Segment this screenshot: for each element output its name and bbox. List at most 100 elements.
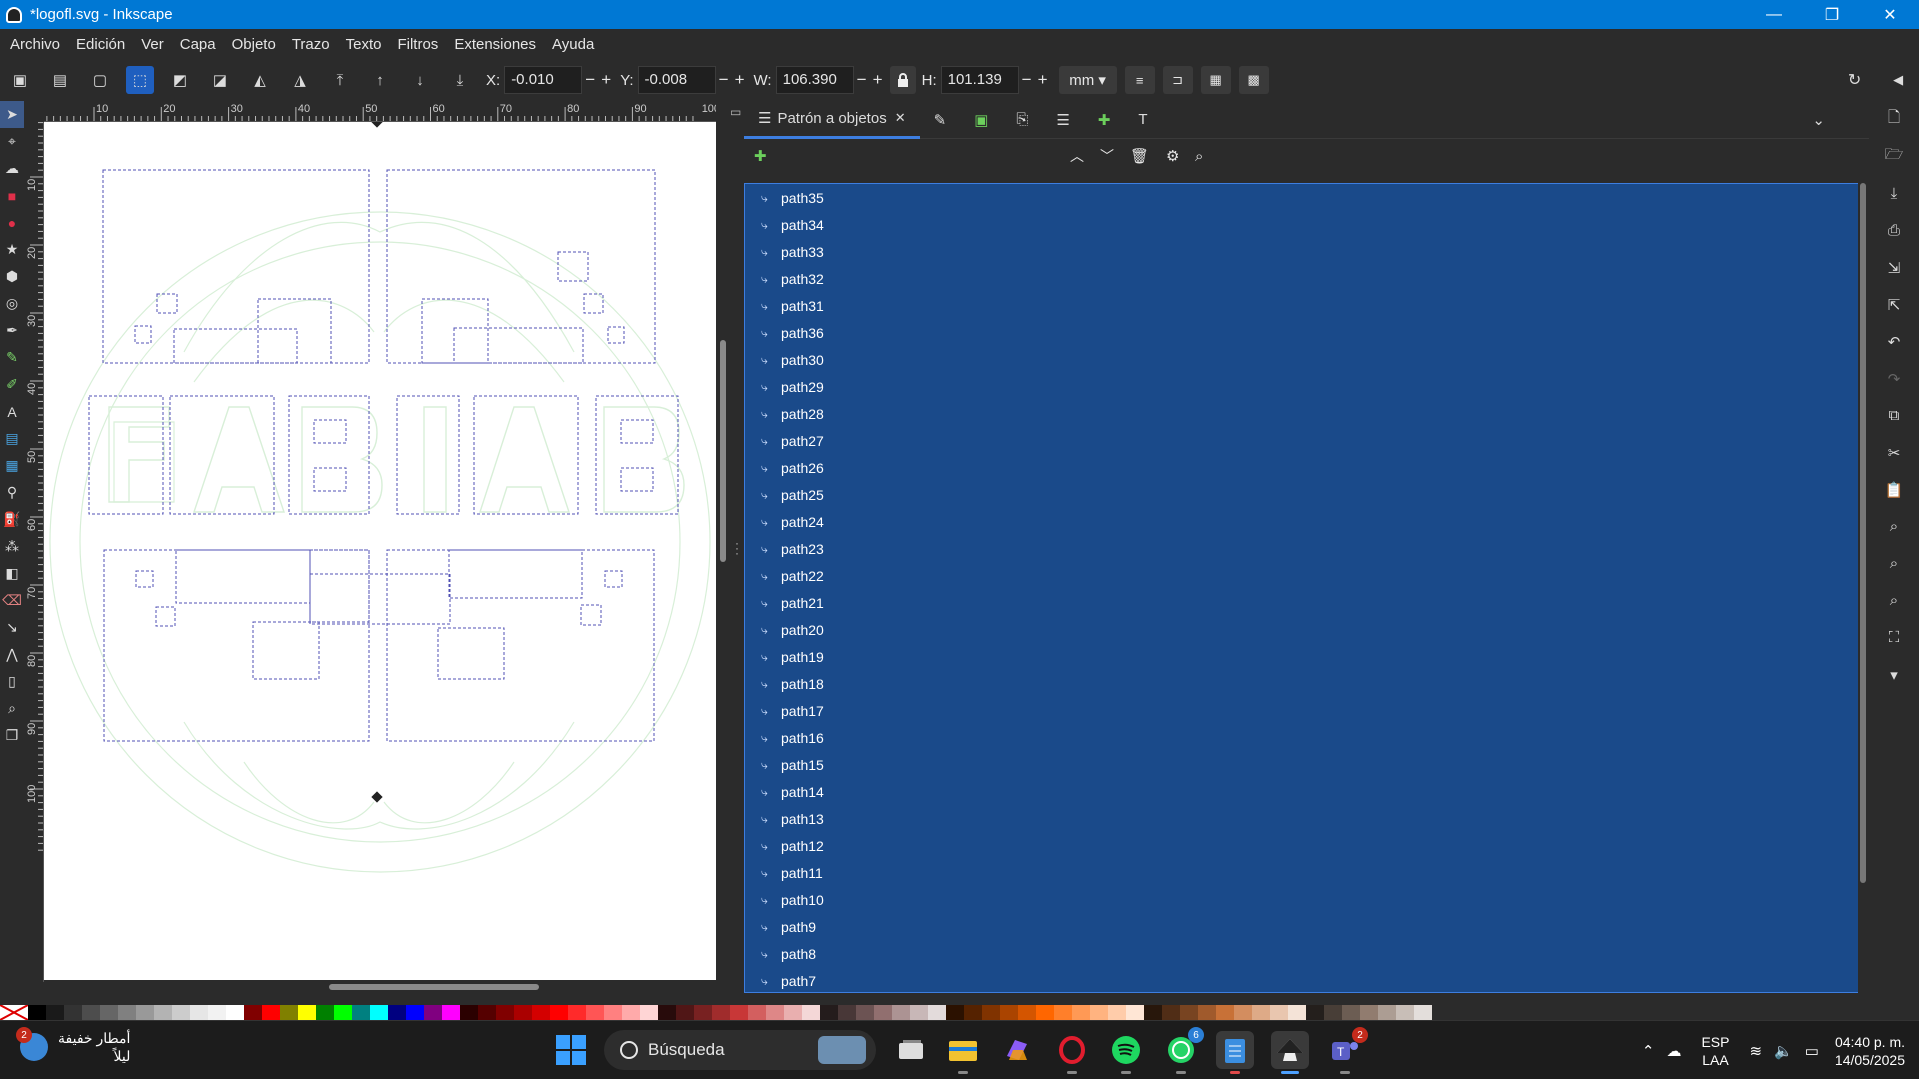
object-row[interactable]: ⤷ path32 [745, 265, 1863, 292]
palette-swatch[interactable] [1126, 1005, 1144, 1020]
menu-objeto[interactable]: Objeto [226, 36, 282, 53]
palette-swatch[interactable] [964, 1005, 982, 1020]
menu-texto[interactable]: Texto [340, 36, 388, 53]
object-row[interactable]: ⤷ path28 [745, 400, 1863, 427]
palette-swatch[interactable] [100, 1005, 118, 1020]
palette-swatch[interactable] [874, 1005, 892, 1020]
spray-tool-icon[interactable]: ⁂ [0, 533, 24, 560]
page-tool-icon[interactable]: ▯ [0, 668, 24, 695]
palette-swatch[interactable] [1270, 1005, 1288, 1020]
palette-swatch[interactable] [658, 1005, 676, 1020]
menu-ver[interactable]: Ver [135, 36, 170, 53]
rotate-cw-icon[interactable]: ◪ [206, 66, 234, 94]
object-row[interactable]: ⤷ path7 [745, 967, 1863, 992]
palette-swatch[interactable] [208, 1005, 226, 1020]
palette-swatch[interactable] [640, 1005, 658, 1020]
gradient-tool-icon[interactable]: ▤ [0, 425, 24, 452]
palette-swatch[interactable] [1288, 1005, 1306, 1020]
flip-horizontal-icon[interactable]: ◭ [246, 66, 274, 94]
palette-swatch[interactable] [1306, 1005, 1324, 1020]
tweak-tool-icon[interactable]: ☁ [0, 155, 24, 182]
palette-swatch[interactable] [262, 1005, 280, 1020]
palette-swatch[interactable] [1072, 1005, 1090, 1020]
mesh-tool-icon[interactable]: ▦ [0, 452, 24, 479]
opera-icon[interactable] [1053, 1031, 1091, 1074]
file-explorer-icon[interactable] [944, 1031, 982, 1074]
object-row[interactable]: ⤷ path9 [745, 913, 1863, 940]
palette-swatch[interactable] [820, 1005, 838, 1020]
tab-fill-stroke-icon[interactable]: ✎ [920, 101, 961, 139]
onedrive-error-icon[interactable]: ☁ [1666, 1042, 1681, 1060]
tab-text-font-icon[interactable]: T [1124, 101, 1161, 139]
palette-swatch[interactable] [784, 1005, 802, 1020]
snap-menu-chevron-icon[interactable]: ◀ [1893, 72, 1903, 88]
text-tool-icon[interactable]: A [0, 398, 24, 425]
h-input[interactable]: 101.139 [940, 66, 1019, 94]
task-view-icon[interactable] [892, 1031, 930, 1069]
object-row[interactable]: ⤷ path23 [745, 535, 1863, 562]
palette-swatch[interactable] [1054, 1005, 1072, 1020]
redo-icon[interactable]: ↷ [1869, 360, 1919, 397]
dropper-tool-icon[interactable]: ⚲ [0, 479, 24, 506]
object-row[interactable]: ⤷ path8 [745, 940, 1863, 967]
spotify-icon[interactable] [1107, 1031, 1145, 1074]
select-all-icon[interactable]: ▣ [6, 66, 34, 94]
palette-swatch[interactable] [928, 1005, 946, 1020]
palette-swatch[interactable] [136, 1005, 154, 1020]
palette-swatch[interactable] [946, 1005, 964, 1020]
palette-swatch[interactable] [118, 1005, 136, 1020]
drawing-canvas[interactable] [44, 122, 716, 980]
palette-swatch[interactable] [1036, 1005, 1054, 1020]
close-button[interactable]: ✕ [1861, 0, 1919, 29]
palette-swatch[interactable] [1090, 1005, 1108, 1020]
copilot-icon[interactable] [998, 1031, 1036, 1069]
palette-swatch[interactable] [802, 1005, 820, 1020]
snap-toggle-icon[interactable]: ↻ [1848, 70, 1861, 90]
palette-swatch[interactable] [856, 1005, 874, 1020]
y-increment[interactable]: + [732, 70, 748, 90]
tab-align-icon[interactable]: ☰ [1042, 101, 1083, 139]
palette-swatch[interactable] [550, 1005, 568, 1020]
lpe-tool-icon[interactable]: ⋀ [0, 641, 24, 668]
palette-swatch[interactable] [1216, 1005, 1234, 1020]
w-input[interactable]: 106.390 [775, 66, 854, 94]
palette-swatch[interactable] [1324, 1005, 1342, 1020]
menu-archivo[interactable]: Archivo [4, 36, 66, 53]
unit-select[interactable]: mm ▾ [1058, 66, 1117, 94]
connector-tool-icon[interactable]: ↘ [0, 614, 24, 641]
object-row[interactable]: ⤷ path26 [745, 454, 1863, 481]
y-input[interactable]: -0.008 [637, 66, 716, 94]
touch-select-icon[interactable]: ⬚ [126, 66, 154, 94]
palette-swatch[interactable] [496, 1005, 514, 1020]
maximize-button[interactable]: ❐ [1803, 0, 1861, 29]
delete-icon[interactable]: 🗑 [1130, 147, 1149, 165]
palette-swatch[interactable] [316, 1005, 334, 1020]
weather-widget[interactable]: 2 أمطار خفيفة ليلاً [16, 1027, 130, 1065]
notepad-icon[interactable] [1216, 1031, 1254, 1074]
object-row[interactable]: ⤷ path20 [745, 616, 1863, 643]
object-row[interactable]: ⤷ path24 [745, 508, 1863, 535]
calligraphy-tool-icon[interactable]: ✐ [0, 371, 24, 398]
export-icon[interactable]: ⇱ [1869, 286, 1919, 323]
tab-close-icon[interactable]: ✕ [895, 110, 906, 126]
settings-gear-icon[interactable]: ⚙ [1166, 147, 1179, 165]
palette-swatch[interactable] [1234, 1005, 1252, 1020]
3dbox-tool-icon[interactable]: ⬢ [0, 263, 24, 290]
w-decrement[interactable]: − [854, 70, 870, 90]
objects-list-scrollbar[interactable] [1858, 183, 1868, 993]
palette-swatch[interactable] [622, 1005, 640, 1020]
more-commands-chevron-icon[interactable]: ▾ [1869, 656, 1919, 693]
palette-swatch[interactable] [1378, 1005, 1396, 1020]
palette-swatch[interactable] [190, 1005, 208, 1020]
palette-swatch[interactable] [910, 1005, 928, 1020]
rotate-ccw-icon[interactable]: ◩ [166, 66, 194, 94]
palette-swatch[interactable] [370, 1005, 388, 1020]
palette-swatch[interactable] [1180, 1005, 1198, 1020]
palette-swatch[interactable] [730, 1005, 748, 1020]
object-row[interactable]: ⤷ path25 [745, 481, 1863, 508]
canvas-vscroll-thumb[interactable] [720, 340, 726, 562]
print-icon[interactable]: ⎙ [1869, 212, 1919, 249]
undo-icon[interactable]: ↶ [1869, 323, 1919, 360]
palette-swatch[interactable] [1018, 1005, 1036, 1020]
object-row[interactable]: ⤷ path22 [745, 562, 1863, 589]
